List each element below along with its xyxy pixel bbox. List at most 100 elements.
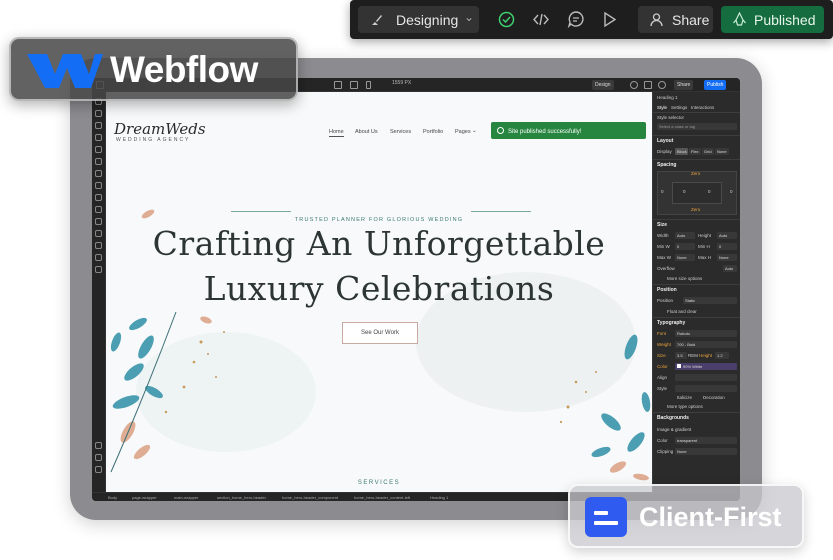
height-input[interactable]: Auto (717, 232, 737, 239)
font-size-unit[interactable]: REM (688, 353, 698, 358)
hero-heading-line1[interactable]: Crafting An Unforgettable (106, 224, 652, 263)
nav-about-us[interactable]: About Us (355, 129, 378, 135)
video-icon[interactable] (95, 466, 102, 473)
layout-section-title[interactable]: Layout (657, 138, 673, 144)
nav-services[interactable]: Services (390, 129, 411, 135)
image-gradient-label[interactable]: Image & gradient (657, 427, 691, 432)
align-label: Align (657, 375, 668, 380)
users-icon[interactable] (95, 194, 102, 201)
designer-mode-button[interactable]: Design (592, 80, 614, 90)
ecommerce-icon[interactable] (95, 182, 102, 189)
rocket-icon (733, 12, 746, 26)
breadcrumb-item[interactable]: section_home_hero-header (217, 495, 266, 500)
nav-portfolio[interactable]: Portfolio (423, 129, 443, 135)
nav-home[interactable]: Home (329, 129, 344, 137)
design-canvas[interactable]: DreamWeds WEDDING AGENCY Home About Us S… (106, 92, 652, 492)
display-block[interactable]: Block (675, 148, 688, 155)
margin-bottom-value[interactable]: Zero (691, 207, 700, 212)
share-button[interactable]: Share (638, 6, 713, 33)
clipping-select[interactable]: None (675, 448, 737, 455)
width-input[interactable]: Auto (675, 232, 695, 239)
text-color-input[interactable]: 90% White (675, 363, 737, 370)
margin-top-value[interactable]: Zero (691, 171, 700, 176)
breadcrumb-item[interactable]: page-wrapper (132, 495, 157, 500)
navigator-icon[interactable] (95, 110, 102, 117)
designer-share-button[interactable]: Share (674, 80, 694, 90)
localization-icon[interactable] (95, 242, 102, 249)
comment-icon[interactable] (658, 81, 666, 89)
font-label: Font (657, 331, 667, 336)
code-icon[interactable] (532, 11, 550, 28)
tab-style[interactable]: Style (657, 105, 667, 110)
nav-pages[interactable]: Pages (455, 129, 471, 135)
backgrounds-section-title[interactable]: Backgrounds (657, 415, 689, 421)
breadcrumb-item[interactable]: Heading 1 (430, 495, 448, 500)
display-none[interactable]: None (715, 148, 729, 155)
check-icon[interactable] (630, 81, 638, 89)
font-select[interactable]: Roboto (675, 330, 737, 337)
padding-left-value[interactable]: 0 (683, 189, 686, 194)
margin-right-value[interactable]: 0 (730, 189, 733, 194)
components-icon[interactable] (95, 134, 102, 141)
brush-icon (372, 15, 382, 25)
designer-publish-button[interactable]: Publish (704, 80, 727, 90)
hero-heading-line2[interactable]: Luxury Celebrations (106, 269, 652, 308)
padding-right-value[interactable]: 0 (708, 189, 711, 194)
overflow-auto-button[interactable]: Auto (723, 265, 737, 272)
float-clear-toggle[interactable]: Float and clear (667, 309, 697, 314)
play-icon[interactable] (603, 11, 617, 28)
text-style-buttons[interactable] (675, 385, 737, 392)
weight-select[interactable]: 700 - Bold (675, 341, 737, 348)
max-width-input[interactable]: None (675, 254, 695, 261)
chevron-down-icon[interactable]: ⌄ (472, 128, 477, 134)
breadcrumb-item[interactable]: Body (108, 495, 117, 500)
settings-icon[interactable] (95, 266, 102, 273)
see-our-work-button[interactable]: See Our Work (342, 322, 418, 344)
assets-icon[interactable] (95, 206, 102, 213)
variables-icon[interactable] (95, 146, 102, 153)
breadcrumb-item[interactable]: home_hero-header_content-left (354, 495, 410, 500)
breadcrumb-item[interactable]: main-wrapper (174, 495, 198, 500)
text-align-buttons[interactable] (675, 374, 737, 381)
left-toolbar (92, 92, 106, 492)
comment-icon[interactable] (567, 10, 585, 28)
max-height-input[interactable]: None (717, 254, 737, 261)
cms-icon[interactable] (95, 170, 102, 177)
more-type-options[interactable]: More type options (667, 404, 703, 409)
code-icon[interactable] (644, 81, 652, 89)
check-circle-icon[interactable] (498, 11, 515, 28)
min-width-input[interactable]: 0 (675, 243, 695, 250)
bg-color-label: Color (657, 438, 668, 443)
logic-icon[interactable] (95, 230, 102, 237)
line-height-input[interactable]: 1.2 (715, 352, 729, 359)
tab-interactions[interactable]: Interactions (691, 105, 714, 110)
apps-icon[interactable] (95, 218, 102, 225)
desktop-breakpoint-icon[interactable] (334, 81, 342, 89)
designing-mode-button[interactable]: Designing ⌄ (358, 6, 479, 33)
font-size-input[interactable]: 3.5 (675, 352, 687, 359)
bg-color-input[interactable]: transparent (675, 437, 737, 444)
class-selector-input[interactable]: Select a class or tag (657, 123, 737, 130)
min-height-input[interactable]: 0 (717, 243, 737, 250)
position-select[interactable]: Static (683, 297, 737, 304)
tutorials-icon[interactable] (95, 454, 102, 461)
more-size-options[interactable]: More size options (667, 276, 702, 281)
style-selectors-icon[interactable] (95, 158, 102, 165)
display-flex[interactable]: Flex (689, 148, 701, 155)
mobile-breakpoint-icon[interactable] (366, 81, 371, 89)
breadcrumb-item[interactable]: home_hero-header_component (282, 495, 338, 500)
published-button[interactable]: Published (721, 6, 824, 33)
size-section-title[interactable]: Size (657, 222, 667, 228)
spacing-section-title[interactable]: Spacing (657, 162, 676, 168)
margin-left-value[interactable]: 0 (661, 189, 664, 194)
site-logo-subtitle: WEDDING AGENCY (116, 137, 191, 143)
audit-icon[interactable] (95, 254, 102, 261)
display-grid[interactable]: Grid (702, 148, 714, 155)
site-logo[interactable]: DreamWeds (114, 120, 206, 138)
typography-section-title[interactable]: Typography (657, 320, 685, 326)
tab-settings[interactable]: Settings (671, 105, 687, 110)
pages-icon[interactable] (95, 122, 102, 129)
position-section-title[interactable]: Position (657, 287, 677, 293)
help-icon[interactable] (95, 442, 102, 449)
tablet-breakpoint-icon[interactable] (350, 81, 358, 89)
